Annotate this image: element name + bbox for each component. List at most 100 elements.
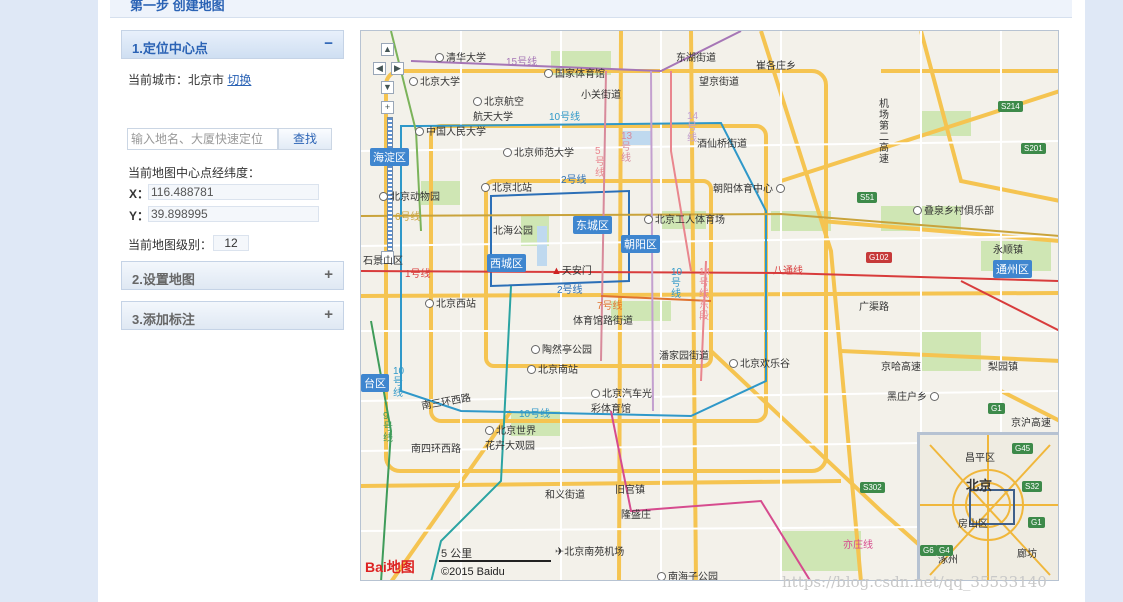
poi-label: 朝阳体育中心 xyxy=(713,184,773,195)
poi-icon xyxy=(473,97,482,106)
subway-line-label: 10号线 xyxy=(519,409,551,420)
map-label: 机场第二高速 xyxy=(879,99,889,165)
zoom-level-field[interactable]: 12 xyxy=(213,235,249,251)
section-add-marker[interactable]: 3.添加标注 + xyxy=(121,301,344,330)
poi-label: 北京工人体育场 xyxy=(655,215,725,226)
district-label: 通州区 xyxy=(993,260,1032,278)
step-title: 第一步 创建地图 xyxy=(130,0,225,13)
poi-label: 北京南苑机场 xyxy=(564,547,625,558)
overview-label: 房山区 xyxy=(958,519,988,530)
zoom-in-button[interactable]: + xyxy=(381,101,394,114)
subway-line-label: 10号线 xyxy=(671,267,683,300)
district-label: 朝阳区 xyxy=(621,235,660,253)
poi-icon xyxy=(776,184,785,193)
poi-label: 国家体育馆 xyxy=(555,69,605,80)
zoom-slider[interactable] xyxy=(387,117,393,251)
search-input[interactable]: 输入地名、大厦快速定位 xyxy=(127,128,278,150)
map-poi-label: 北京师范大学 xyxy=(503,144,574,159)
poi-label: 北京师范大学 xyxy=(514,148,574,159)
poi-label: 天安门 xyxy=(561,266,592,277)
pan-left-button[interactable]: ◀ xyxy=(373,62,386,75)
map-label: 石景山区 xyxy=(363,256,403,267)
pan-down-button[interactable]: ▼ xyxy=(381,81,394,94)
subway-line-label: 13号线 xyxy=(621,131,633,164)
road-shield: G1 xyxy=(1028,517,1045,528)
current-city-label: 当前城市：北京市 xyxy=(128,73,225,87)
map-poi-label: 北京西站 xyxy=(425,295,476,310)
subway-line-label: 9号线 xyxy=(383,411,393,444)
poi-icon xyxy=(644,215,653,224)
y-field[interactable]: 39.898995 xyxy=(148,206,319,222)
map-poi-label: ✈北京南苑机场 xyxy=(555,543,624,558)
map-label: 崔各庄乡 xyxy=(756,61,796,72)
map-poi-label: 北京世界花卉大观园 xyxy=(485,422,541,452)
map-poi-label: 黑庄户乡 xyxy=(887,388,941,403)
map-label: 京沪高速 xyxy=(1011,418,1051,429)
poi-icon xyxy=(425,299,434,308)
map-label: 潘家园街道 xyxy=(659,351,709,362)
map-poi-label: 北京动物园 xyxy=(379,188,440,203)
subway-line-label: 10号线 xyxy=(393,366,405,399)
pan-right-button[interactable]: ▶ xyxy=(391,62,404,75)
poi-icon xyxy=(913,206,922,215)
map-label: 亦庄线 xyxy=(843,540,873,551)
map-label: 南四环西路 xyxy=(411,444,461,455)
map-poi-label: 北京南站 xyxy=(527,361,578,376)
subway-line-label: 15号线 xyxy=(506,57,538,68)
map-label: 京哈高速 xyxy=(881,362,921,373)
section-title: 3.添加标注 xyxy=(132,312,195,327)
section-title: 2.设置地图 xyxy=(132,272,195,287)
search-button[interactable]: 查找 xyxy=(278,128,332,150)
expand-icon[interactable]: + xyxy=(324,266,333,283)
x-field[interactable]: 116.488781 xyxy=(148,184,319,200)
road-shield: S32 xyxy=(1022,481,1043,492)
map-poi-label: 中国人民大学 xyxy=(415,123,486,138)
poi-label: 北京汽车光彩体育馆 xyxy=(591,389,652,415)
subway-line-label: 5号线 xyxy=(595,146,605,179)
map-poi-label: 陶然亭公园 xyxy=(531,341,592,356)
poi-icon xyxy=(729,359,738,368)
road-shield: S214 xyxy=(998,101,1023,112)
map-poi-label: 北京大学 xyxy=(409,73,460,88)
switch-city-link[interactable]: 切换 xyxy=(227,73,251,87)
poi-icon xyxy=(527,365,536,374)
map-poi-label: ▲天安门 xyxy=(551,262,592,277)
road-shield: S201 xyxy=(1021,143,1046,154)
collapse-icon[interactable]: − xyxy=(324,35,333,52)
map-label: 北海公园 xyxy=(493,226,533,237)
road-shield: G6 xyxy=(920,545,937,556)
section-locate-center[interactable]: 1.定位中心点 − xyxy=(121,30,344,59)
poi-label: 北京大学 xyxy=(420,77,460,88)
subway-line-label: 7号线 xyxy=(597,301,623,312)
subway-line-label: 14号线东段 xyxy=(699,267,711,322)
overview-label: 北京 xyxy=(966,478,993,493)
map-poi-label: 北京工人体育场 xyxy=(644,211,725,226)
map-poi-label: 北京汽车光彩体育馆 xyxy=(591,385,653,415)
section-set-map[interactable]: 2.设置地图 + xyxy=(121,261,344,290)
y-label: Y： xyxy=(129,209,150,223)
road-shield: G102 xyxy=(866,252,892,263)
road-shield: S51 xyxy=(857,192,878,203)
watermark: https://blog.csdn.net/qq_35533140 xyxy=(782,573,1047,591)
overview-label: 廊坊 xyxy=(1017,549,1037,560)
subway-line-label: 1号线 xyxy=(405,269,431,280)
scale-bar xyxy=(439,560,551,562)
current-city-row: 当前城市：北京市 切换 xyxy=(128,71,251,88)
map-label: 隆盛庄 xyxy=(621,510,651,521)
poi-label: 北京动物园 xyxy=(390,192,440,203)
map-poi-label: 国家体育馆 xyxy=(544,65,605,80)
center-coord-label: 当前地图中心点经纬度： xyxy=(128,166,261,180)
tiananmen-icon: ▲ xyxy=(551,265,562,277)
section-title: 1.定位中心点 xyxy=(132,41,208,56)
expand-icon[interactable]: + xyxy=(324,306,333,323)
poi-label: 北京西站 xyxy=(436,299,476,310)
map-canvas[interactable]: ▲ ◀ ▶ ▼ + − 海淀区 东城区 朝阳区 西城区 通州区 台区 石景山区 … xyxy=(360,30,1059,581)
overview-map[interactable]: 昌平区 北京 房山区 涿州 廊坊 G45 S32 G4 G1 G6 xyxy=(917,432,1058,580)
poi-icon xyxy=(379,192,388,201)
copyright: ©2015 Baidu xyxy=(441,566,505,578)
locate-center-body: 当前城市：北京市 切换 输入地名、大厦快速定位 查找 当前地图中心点经纬度： X… xyxy=(121,59,344,252)
airport-icon: ✈ xyxy=(555,546,565,558)
subway-line-label: 6号线 xyxy=(395,212,421,223)
pan-up-button[interactable]: ▲ xyxy=(381,43,394,56)
poi-label: 陶然亭公园 xyxy=(542,345,592,356)
